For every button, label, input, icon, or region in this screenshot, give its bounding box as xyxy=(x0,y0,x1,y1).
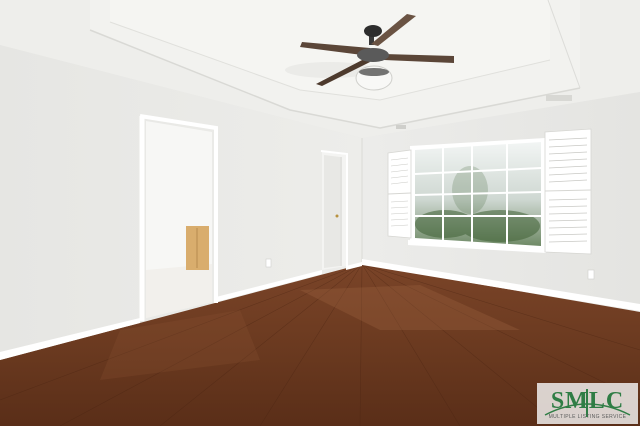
door-knob xyxy=(335,214,339,218)
logo-text: SMLC xyxy=(550,388,625,414)
wall-outlet-right xyxy=(587,269,595,280)
window xyxy=(408,138,546,253)
watermark-logo: SMLC MULTIPLE LISTING SERVICE xyxy=(537,383,638,424)
shutter-right xyxy=(544,128,592,255)
air-vent xyxy=(546,95,572,101)
closet-door xyxy=(320,150,348,270)
wall-outlet xyxy=(265,258,272,268)
logo-subtext: MULTIPLE LISTING SERVICE xyxy=(548,414,627,420)
room-illustration xyxy=(0,0,640,426)
open-doorway xyxy=(139,114,218,321)
shutter-left xyxy=(387,149,412,239)
bedroom-photo: SMLC MULTIPLE LISTING SERVICE xyxy=(0,0,640,426)
